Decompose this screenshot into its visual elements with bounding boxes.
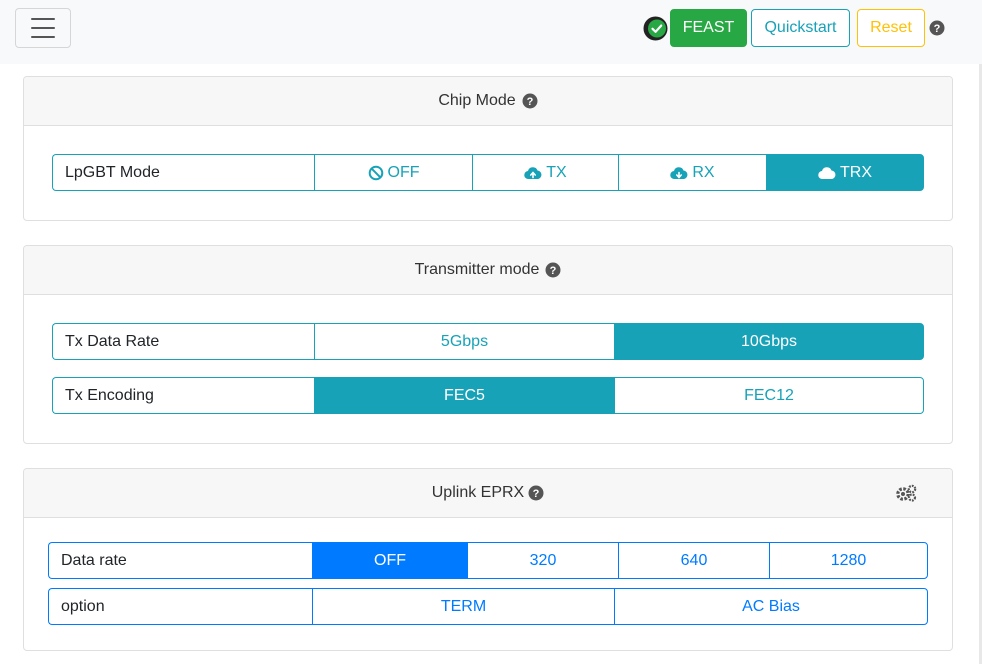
lpgbt-mode-row: LpGBT Mode OFF TX RX TRX: [52, 154, 924, 191]
tx-data-rate-row: Tx Data Rate 5Gbps 10Gbps: [52, 323, 924, 360]
eprx-data-rate-label: Data rate: [48, 542, 312, 579]
reset-button[interactable]: Reset: [857, 9, 925, 47]
transmitter-mode-card: Transmitter mode ? Tx Data Rate 5Gbps 10…: [23, 245, 953, 444]
option-label: OFF: [387, 163, 420, 181]
connection-status-icon: [643, 16, 668, 41]
card-header: Transmitter mode ?: [24, 246, 952, 295]
option-label: TX: [546, 163, 567, 181]
svg-text:?: ?: [533, 488, 540, 500]
card-header: Chip Mode ?: [24, 77, 952, 126]
tx-encoding-fec5-button[interactable]: FEC5: [314, 377, 614, 414]
cloud-icon: [818, 166, 836, 179]
tx-encoding-label: Tx Encoding: [52, 377, 314, 414]
uplink-eprx-card: Uplink EPRX ? Data rate OFF 320 640 1280…: [23, 468, 953, 651]
svg-text:?: ?: [934, 23, 941, 35]
help-icon[interactable]: ?: [522, 93, 538, 109]
gears-icon[interactable]: [895, 484, 917, 502]
hamburger-line: [31, 27, 55, 29]
eprx-rate-320-button[interactable]: 320: [467, 542, 618, 579]
hamburger-line: [31, 18, 55, 20]
chip-mode-card: Chip Mode ? LpGBT Mode OFF TX RX TRX: [23, 76, 953, 221]
option-label: RX: [692, 163, 715, 181]
card-header: Uplink EPRX ?: [24, 469, 952, 518]
card-title: Transmitter mode: [414, 261, 540, 278]
tx-rate-10gbps-button[interactable]: 10Gbps: [614, 323, 924, 360]
lpgbt-rx-button[interactable]: RX: [618, 154, 766, 191]
eprx-rate-off-button[interactable]: OFF: [312, 542, 467, 579]
tx-encoding-fec12-button[interactable]: FEC12: [614, 377, 924, 414]
card-title: Chip Mode: [438, 92, 516, 109]
feast-button[interactable]: FEAST: [670, 9, 747, 47]
lpgbt-off-button[interactable]: OFF: [314, 154, 472, 191]
lpgbt-mode-label: LpGBT Mode: [52, 154, 314, 191]
hamburger-menu-button[interactable]: [15, 8, 71, 48]
lpgbt-trx-button[interactable]: TRX: [766, 154, 924, 191]
tx-rate-5gbps-button[interactable]: 5Gbps: [314, 323, 614, 360]
top-navbar: FEAST Quickstart Reset ?: [0, 0, 982, 64]
eprx-option-label: option: [48, 588, 312, 625]
tx-encoding-row: Tx Encoding FEC5 FEC12: [52, 377, 924, 414]
svg-text:?: ?: [550, 265, 557, 277]
quickstart-button[interactable]: Quickstart: [751, 9, 850, 47]
option-label: TRX: [840, 163, 872, 181]
eprx-ac-bias-button[interactable]: AC Bias: [614, 588, 928, 625]
lpgbt-tx-button[interactable]: TX: [472, 154, 618, 191]
eprx-option-row: option TERM AC Bias: [48, 588, 928, 625]
hamburger-line: [31, 36, 55, 38]
cloud-download-icon: [670, 166, 688, 179]
eprx-data-rate-row: Data rate OFF 320 640 1280: [48, 542, 928, 579]
cloud-upload-icon: [524, 166, 542, 179]
help-icon[interactable]: ?: [528, 485, 544, 501]
help-icon[interactable]: ?: [545, 262, 561, 278]
eprx-rate-640-button[interactable]: 640: [618, 542, 769, 579]
tx-data-rate-label: Tx Data Rate: [52, 323, 314, 360]
eprx-term-button[interactable]: TERM: [312, 588, 614, 625]
help-icon[interactable]: ?: [929, 20, 945, 36]
eprx-rate-1280-button[interactable]: 1280: [769, 542, 928, 579]
card-title: Uplink EPRX: [431, 484, 525, 501]
svg-text:?: ?: [526, 96, 533, 108]
ban-icon: [368, 165, 383, 180]
